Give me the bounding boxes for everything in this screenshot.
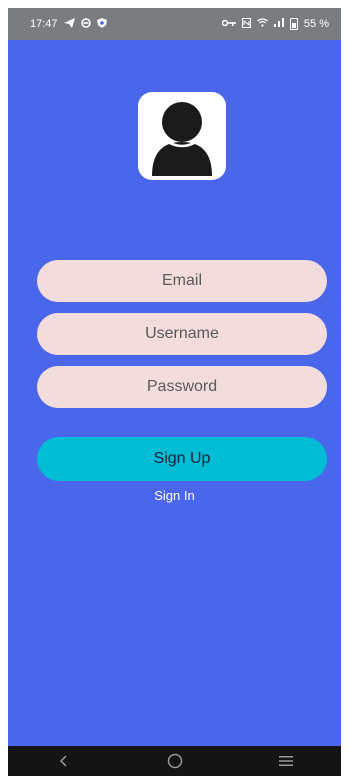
signal-icon [273, 18, 284, 30]
home-button[interactable] [155, 746, 195, 776]
home-icon [167, 753, 182, 769]
email-field[interactable] [37, 260, 327, 302]
shield-app-icon [96, 17, 107, 31]
clock-time: 17:47 [30, 18, 58, 30]
vpn-icon [80, 17, 91, 31]
back-icon [59, 755, 67, 767]
battery-icon [289, 18, 298, 30]
signin-link[interactable]: Sign In [8, 488, 341, 503]
username-field[interactable] [37, 313, 327, 355]
back-button[interactable] [44, 746, 84, 776]
status-bar: 17:47 55 % [8, 8, 341, 40]
battery-percent: 55 % [303, 18, 329, 30]
signup-button[interactable]: Sign Up [37, 437, 327, 481]
recents-button[interactable] [266, 746, 306, 776]
status-left: 17:47 [30, 17, 107, 31]
avatar [138, 92, 226, 180]
telegram-icon [63, 17, 75, 31]
app-screen: 17:47 55 % Email Username Sign Up Sign I… [8, 8, 341, 776]
navigation-bar [8, 746, 341, 776]
password-field[interactable] [37, 366, 327, 408]
status-right: 55 % [221, 17, 329, 31]
signup-button-label: Sign Up [153, 450, 211, 467]
recents-icon [278, 756, 293, 766]
wifi-icon [257, 18, 268, 30]
user-avatar-icon [152, 102, 212, 176]
key-icon [221, 19, 236, 30]
nfc-icon [241, 17, 251, 31]
